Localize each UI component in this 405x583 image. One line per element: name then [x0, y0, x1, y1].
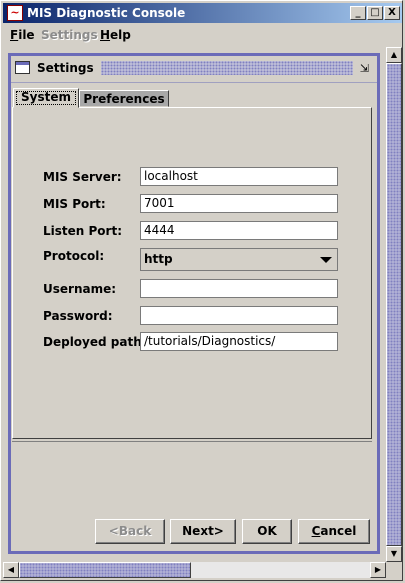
deployed-path-label: Deployed path:	[43, 335, 147, 349]
minimize-button[interactable]: _	[350, 6, 366, 20]
menu-settings-label: Settings	[41, 28, 98, 42]
mis-port-label: MIS Port:	[43, 197, 106, 211]
scroll-right-icon[interactable]: ▶	[370, 562, 386, 578]
internal-frame-title: Settings	[37, 61, 94, 75]
window-title: MIS Diagnostic Console	[27, 6, 186, 20]
chevron-down-icon	[320, 257, 332, 263]
mis-server-label: MIS Server:	[43, 170, 122, 184]
system-tab-panel: MIS Server: localhost MIS Port: 7001 Lis…	[12, 107, 372, 439]
close-button[interactable]: X	[384, 6, 400, 20]
menu-file[interactable]: File	[10, 28, 35, 42]
tab-preferences[interactable]: Preferences	[79, 90, 169, 107]
tab-strip: System Preferences	[12, 88, 376, 108]
deployed-path-input[interactable]: /tutorials/Diagnostics/	[140, 332, 338, 351]
menu-file-mnemonic: F	[10, 28, 19, 42]
scroll-up-icon[interactable]: ▲	[386, 47, 402, 63]
back-button[interactable]: <Back	[95, 519, 165, 544]
scroll-left-icon[interactable]: ◀	[3, 562, 19, 578]
tab-system[interactable]: System	[13, 88, 79, 108]
horizontal-scroll-thumb[interactable]	[19, 562, 191, 578]
horizontal-scrollbar[interactable]: ◀ ▶	[3, 562, 386, 578]
cancel-button[interactable]: Cancel	[298, 519, 370, 544]
application-window: ~ MIS Diagnostic Console _ □ X File Sett…	[0, 0, 403, 581]
app-logo-icon: ~	[7, 5, 23, 21]
scroll-corner	[386, 562, 402, 578]
settings-internal-frame: Settings ⇲ System Preferences MIS Server…	[8, 53, 380, 554]
restore-icon[interactable]: ⇲	[358, 62, 371, 75]
menu-help-mnemonic: H	[100, 28, 111, 42]
maximize-button[interactable]: □	[367, 6, 383, 20]
menu-file-label: ile	[18, 28, 35, 42]
menu-help-label: elp	[110, 28, 131, 42]
protocol-dropdown[interactable]: http	[140, 248, 338, 271]
password-label: Password:	[43, 309, 113, 323]
internal-frame-titlebar[interactable]: Settings ⇲	[11, 56, 377, 83]
vertical-scroll-thumb[interactable]	[386, 63, 402, 546]
password-input[interactable]	[140, 306, 338, 325]
ok-button[interactable]: OK	[242, 519, 292, 544]
protocol-label: Protocol:	[43, 249, 105, 263]
menu-bar: File Settings Help	[3, 25, 402, 45]
menu-settings[interactable]: Settings	[41, 28, 98, 42]
next-button[interactable]: Next>	[170, 519, 236, 544]
listen-port-input[interactable]: 4444	[140, 221, 338, 240]
mis-server-input[interactable]: localhost	[140, 167, 338, 186]
listen-port-label: Listen Port:	[43, 224, 122, 238]
vertical-scrollbar[interactable]: ▲ ▼	[386, 47, 402, 562]
scroll-down-icon[interactable]: ▼	[386, 546, 402, 562]
title-bar[interactable]: ~ MIS Diagnostic Console _ □ X	[3, 3, 402, 23]
window-icon	[15, 61, 30, 74]
cancel-label: ancel	[320, 524, 357, 538]
username-input[interactable]	[140, 279, 338, 298]
protocol-value: http	[144, 252, 173, 266]
mis-port-input[interactable]: 7001	[140, 194, 338, 213]
desktop-pane: Settings ⇲ System Preferences MIS Server…	[3, 47, 386, 562]
titlebar-grip	[101, 61, 353, 75]
menu-help[interactable]: Help	[100, 28, 131, 42]
username-label: Username:	[43, 282, 117, 296]
